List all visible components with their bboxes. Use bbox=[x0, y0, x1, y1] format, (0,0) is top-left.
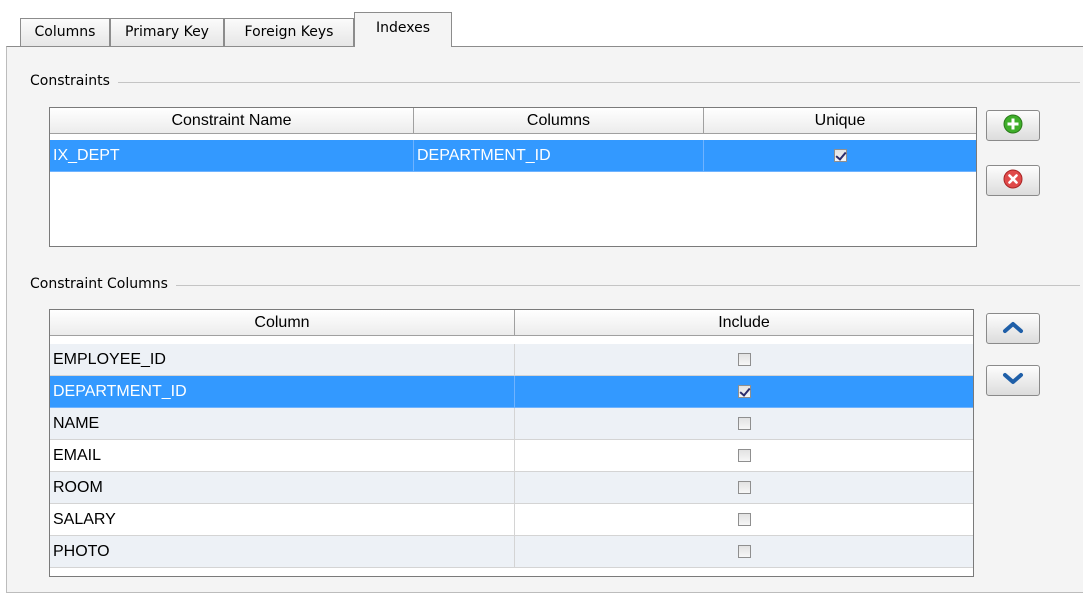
include-cell[interactable] bbox=[515, 536, 973, 568]
include-checkbox[interactable] bbox=[737, 449, 751, 463]
move-down-icon bbox=[1002, 371, 1024, 391]
include-checkbox[interactable] bbox=[737, 417, 751, 431]
column-name-cell[interactable]: EMPLOYEE_ID bbox=[50, 344, 515, 376]
tab-columns[interactable]: Columns bbox=[20, 18, 110, 46]
header-columns[interactable]: Columns bbox=[414, 108, 704, 133]
include-checkbox[interactable] bbox=[737, 353, 751, 367]
remove-icon bbox=[1003, 169, 1023, 193]
include-cell[interactable] bbox=[515, 440, 973, 472]
include-checkbox[interactable] bbox=[737, 513, 751, 527]
tab-indexes[interactable]: Indexes bbox=[354, 12, 452, 47]
constraint-columns-header: Column Include bbox=[50, 310, 973, 336]
move-up-icon bbox=[1002, 319, 1024, 339]
constraint-columns-cell[interactable]: DEPARTMENT_ID bbox=[414, 140, 704, 172]
tab-foreign-keys[interactable]: Foreign Keys bbox=[224, 18, 354, 46]
constraint-columns-divider bbox=[30, 285, 1080, 286]
include-checkbox[interactable] bbox=[737, 481, 751, 495]
column-name-cell[interactable]: SALARY bbox=[50, 504, 515, 536]
column-name-cell[interactable]: NAME bbox=[50, 408, 515, 440]
constraint-unique-cell[interactable] bbox=[704, 140, 976, 172]
column-name-cell[interactable]: DEPARTMENT_ID bbox=[50, 376, 515, 408]
table-row[interactable]: DEPARTMENT_ID bbox=[50, 376, 973, 408]
include-cell[interactable] bbox=[515, 472, 973, 504]
table-row[interactable]: EMAIL bbox=[50, 440, 973, 472]
column-name-cell[interactable]: ROOM bbox=[50, 472, 515, 504]
move-down-button[interactable] bbox=[986, 365, 1040, 396]
include-checkbox[interactable] bbox=[737, 385, 751, 399]
include-cell[interactable] bbox=[515, 504, 973, 536]
table-row[interactable]: EMPLOYEE_ID bbox=[50, 344, 973, 376]
constraints-title: Constraints bbox=[30, 73, 118, 89]
move-up-button[interactable] bbox=[986, 313, 1040, 344]
table-row[interactable]: NAME bbox=[50, 408, 973, 440]
constraint-name-cell[interactable]: IX_DEPT bbox=[50, 140, 414, 172]
remove-constraint-button[interactable] bbox=[986, 165, 1040, 196]
table-row[interactable]: PHOTO bbox=[50, 536, 973, 568]
include-cell[interactable] bbox=[515, 408, 973, 440]
table-row[interactable]: SALARY bbox=[50, 504, 973, 536]
add-icon bbox=[1003, 114, 1023, 138]
column-name-cell[interactable]: PHOTO bbox=[50, 536, 515, 568]
add-constraint-button[interactable] bbox=[986, 110, 1040, 141]
constraint-columns-title: Constraint Columns bbox=[30, 276, 176, 292]
column-name-cell[interactable]: EMAIL bbox=[50, 440, 515, 472]
include-cell[interactable] bbox=[515, 344, 973, 376]
include-cell[interactable] bbox=[515, 376, 973, 408]
constraints-table: Constraint Name Columns Unique IX_DEPT D… bbox=[49, 107, 977, 247]
header-include[interactable]: Include bbox=[515, 310, 973, 335]
header-column[interactable]: Column bbox=[50, 310, 515, 335]
constraints-divider bbox=[30, 82, 1080, 83]
tab-primary-key[interactable]: Primary Key bbox=[110, 18, 224, 46]
constraints-header: Constraint Name Columns Unique bbox=[50, 108, 976, 134]
include-checkbox[interactable] bbox=[737, 545, 751, 559]
header-constraint-name[interactable]: Constraint Name bbox=[50, 108, 414, 133]
header-unique[interactable]: Unique bbox=[704, 108, 976, 133]
table-row[interactable]: ROOM bbox=[50, 472, 973, 504]
constraint-row[interactable]: IX_DEPT DEPARTMENT_ID bbox=[50, 140, 976, 172]
unique-checkbox[interactable] bbox=[833, 149, 847, 163]
constraint-columns-table: Column Include EMPLOYEE_ID DEPARTMENT_ID… bbox=[49, 309, 974, 577]
